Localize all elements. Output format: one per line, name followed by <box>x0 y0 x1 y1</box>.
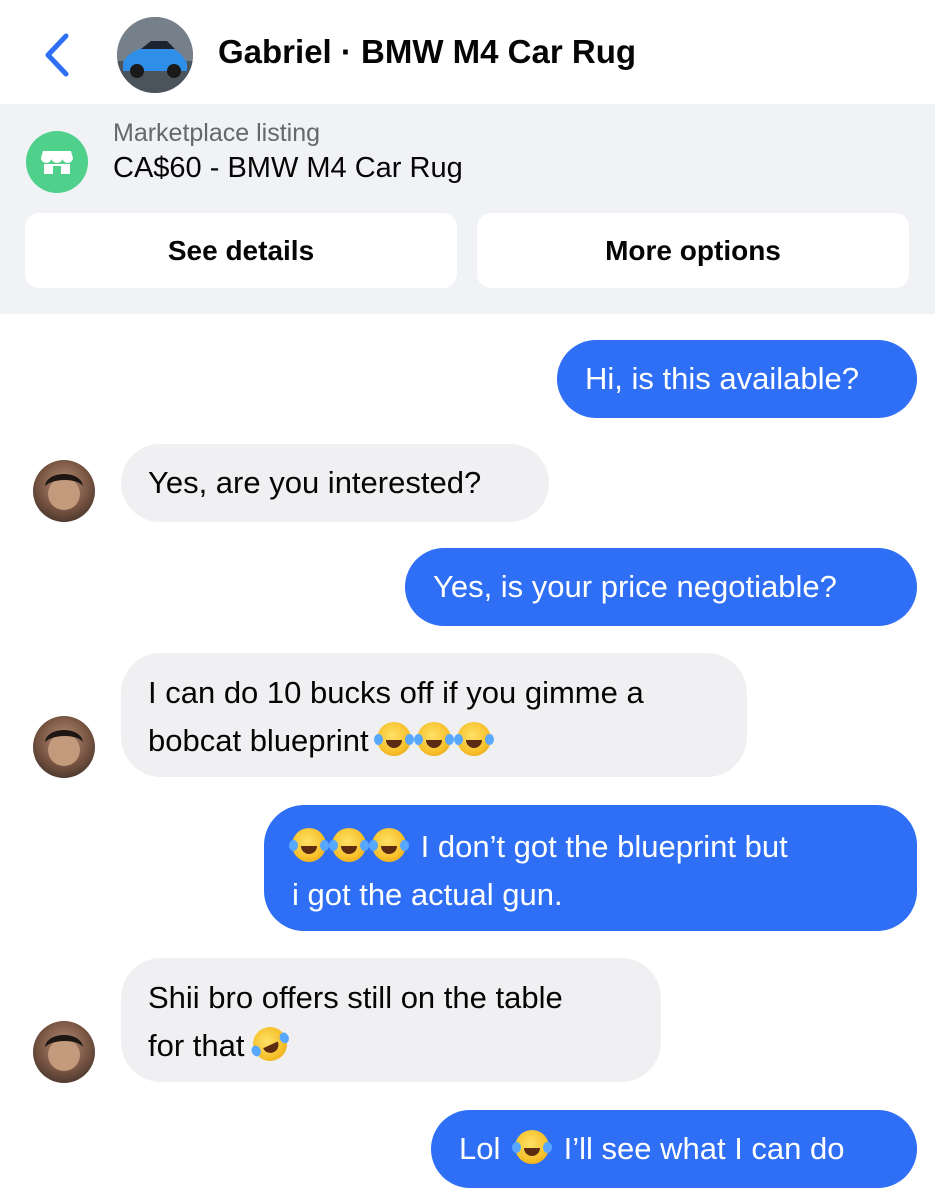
listing-title[interactable]: CA$60 - BMW M4 Car Rug <box>113 152 463 185</box>
see-details-button[interactable]: See details <box>25 213 457 288</box>
message-bubble-outgoing[interactable]: Hi, is this available? <box>557 340 917 418</box>
avatar[interactable] <box>33 1021 95 1083</box>
chat-header: Gabriel · BMW M4 Car Rug <box>0 0 935 104</box>
message-bubble-incoming[interactable]: I can do 10 bucks off if you gimme a bob… <box>121 653 747 777</box>
message-text-line-2-text: bobcat blueprint <box>148 723 369 758</box>
back-button[interactable] <box>38 30 78 80</box>
message-bubble-outgoing[interactable]: Lol I’ll see what I can do <box>431 1110 917 1188</box>
message-text: Yes, are you interested? <box>148 465 482 500</box>
more-options-button[interactable]: More options <box>477 213 909 288</box>
message-text-line-1: I can do 10 bucks off if you gimme a <box>148 675 644 710</box>
avatar[interactable] <box>33 716 95 778</box>
tears-of-joy-emoji-icon <box>329 828 369 862</box>
message-text-line-2: for that <box>148 1021 661 1070</box>
tears-of-joy-emoji-icon <box>414 722 455 756</box>
tears-of-joy-emoji-icon <box>454 722 495 756</box>
message-text-line-1: I don’t got the blueprint but <box>289 823 917 871</box>
tears-of-joy-emoji-icon <box>374 722 415 756</box>
message-text-line-1-text: I don’t got the blueprint but <box>420 829 788 864</box>
rolling-on-floor-laughing-emoji-icon <box>247 1021 293 1067</box>
message-text-line-2: i got the actual gun. <box>292 877 563 912</box>
message-bubble-outgoing[interactable]: I don’t got the blueprint but i got the … <box>264 805 917 931</box>
message-bubble-outgoing[interactable]: Yes, is your price negotiable? <box>405 548 917 626</box>
chat-title[interactable]: Gabriel · BMW M4 Car Rug <box>218 33 636 71</box>
listing-avatar[interactable] <box>117 17 193 93</box>
tears-of-joy-emoji-icon <box>512 1130 552 1164</box>
tears-of-joy-emoji-icon <box>369 828 409 862</box>
message-bubble-incoming[interactable]: Yes, are you interested? <box>121 444 549 522</box>
message-text-line-2-text: for that <box>148 1028 245 1063</box>
message-text-before: Lol <box>459 1131 501 1166</box>
avatar[interactable] <box>33 460 95 522</box>
message-text-line-2: bobcat blueprint <box>148 717 747 765</box>
marketplace-store-icon <box>26 131 88 193</box>
message-bubble-incoming[interactable]: Shii bro offers still on the table for t… <box>121 958 661 1082</box>
message-text-after: I’ll see what I can do <box>563 1131 845 1166</box>
listing-subtitle: Marketplace listing <box>113 119 321 147</box>
message-text: Hi, is this available? <box>585 361 859 396</box>
message-text-line-1: Shii bro offers still on the table <box>148 980 563 1015</box>
car-image <box>117 17 193 93</box>
message-text: Yes, is your price negotiable? <box>433 569 837 604</box>
tears-of-joy-emoji-icon <box>289 828 329 862</box>
chevron-left-icon <box>45 33 69 77</box>
